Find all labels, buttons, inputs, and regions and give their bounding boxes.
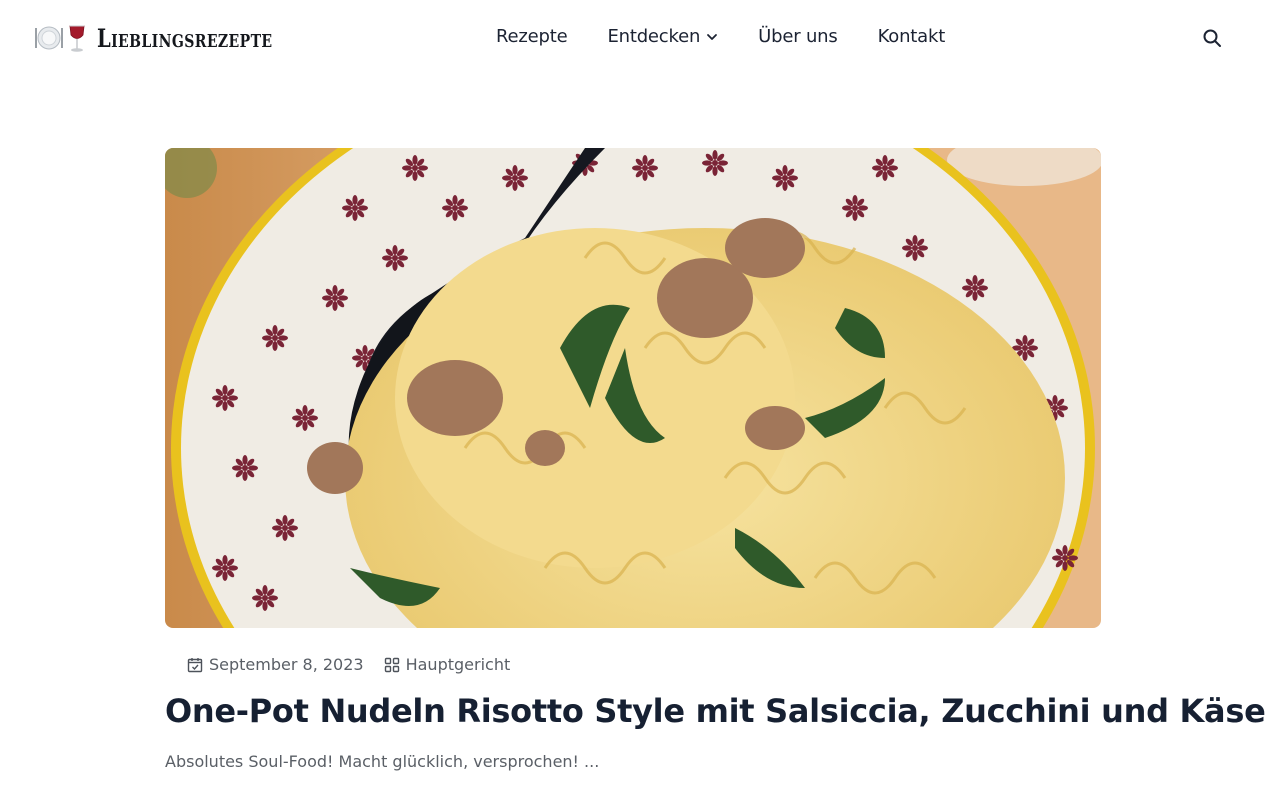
search-icon[interactable]: [1202, 28, 1222, 48]
post-excerpt: Absolutes Soul-Food! Macht glücklich, ve…: [165, 752, 600, 771]
post-date-text: September 8, 2023: [209, 655, 364, 674]
nav-item-rezepte[interactable]: Rezepte: [496, 26, 568, 47]
nav-item-entdecken[interactable]: Entdecken: [607, 26, 718, 47]
nav-label: Über uns: [758, 26, 838, 47]
chevron-down-icon: [707, 33, 718, 40]
nav-label: Rezepte: [496, 26, 568, 47]
post-featured-image[interactable]: [165, 148, 1101, 628]
site-logo[interactable]: Lieblingsrezepte: [34, 20, 322, 56]
category-grid-icon: [384, 657, 399, 672]
post-category[interactable]: Hauptgericht: [384, 655, 511, 674]
nav-label: Entdecken: [607, 26, 701, 47]
plate-cutlery-icon: [35, 26, 63, 50]
logo-emoji-icons: [35, 25, 85, 52]
pasta-bowl-image: [165, 148, 1101, 628]
post-title[interactable]: One-Pot Nudeln Risotto Style mit Salsicc…: [165, 692, 1266, 730]
post-category-link[interactable]: Hauptgericht: [406, 655, 511, 674]
post-meta: September 8, 2023 Hauptgericht: [187, 655, 510, 674]
logo-text: Lieblingsrezepte: [97, 23, 273, 53]
nav-item-ueber-uns[interactable]: Über uns: [758, 26, 838, 47]
wine-glass-icon: [69, 25, 85, 52]
nav-label: Kontakt: [877, 26, 946, 47]
site-header: Lieblingsrezepte Rezepte Entdecken Über …: [0, 0, 1270, 78]
calendar-icon: [187, 657, 203, 672]
main-nav: Rezepte Entdecken Über uns Kontakt: [496, 26, 945, 47]
nav-item-kontakt[interactable]: Kontakt: [878, 26, 946, 47]
post-date: September 8, 2023: [187, 655, 364, 674]
